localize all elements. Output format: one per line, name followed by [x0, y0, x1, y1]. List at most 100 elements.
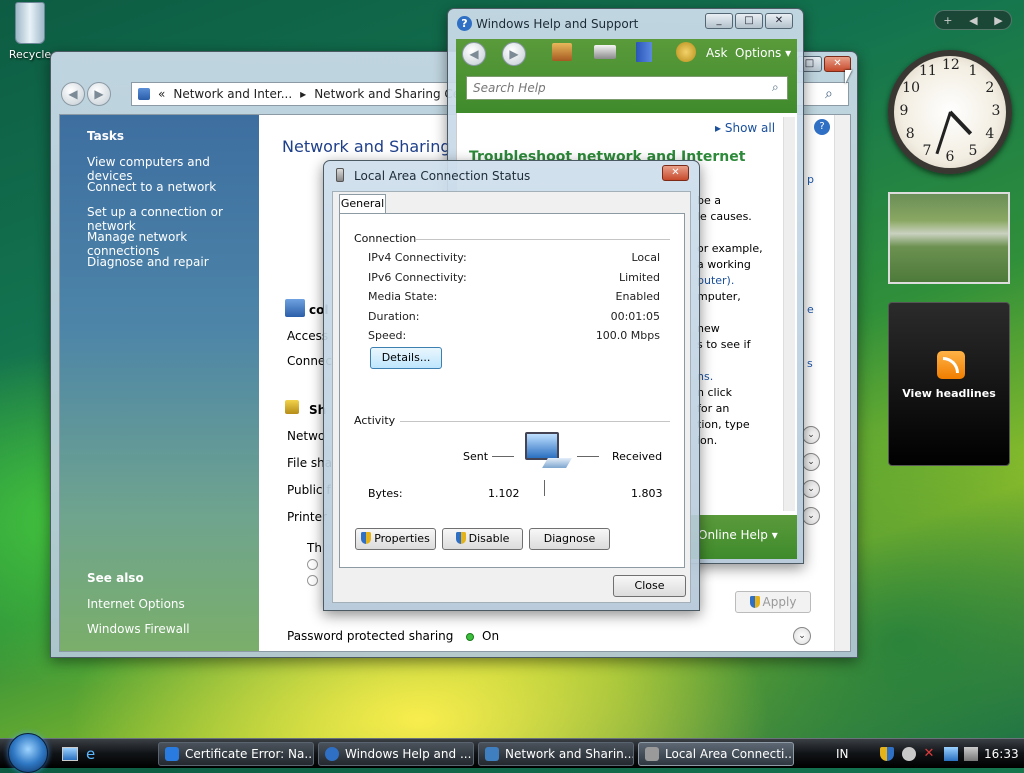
radio-option-2[interactable] — [307, 575, 318, 586]
search-icon[interactable]: ⌕ — [772, 80, 779, 95]
task-view-computers[interactable]: View computers and devices — [87, 155, 259, 183]
chevron-down-icon: ▾ — [771, 528, 778, 542]
usb-icon[interactable] — [964, 747, 978, 761]
tray-info-icon[interactable] — [902, 747, 916, 761]
security-center-icon[interactable] — [880, 747, 894, 761]
expand-printer-sharing-icon[interactable]: ⌄ — [802, 507, 820, 525]
feed-headlines-gadget[interactable]: View headlines — [888, 302, 1010, 466]
taskbar-item-help-support[interactable]: Windows Help and ... — [318, 742, 474, 766]
status-on-icon — [466, 632, 474, 641]
options-button[interactable]: Options ▾ — [735, 46, 791, 60]
diagnose-button[interactable]: Diagnose — [529, 528, 610, 550]
taskbar-item-local-area-connection[interactable]: Local Area Connecti... — [638, 742, 794, 766]
forward-button[interactable]: ▶ — [87, 82, 111, 106]
maximize-button[interactable]: □ — [735, 13, 763, 29]
mouse-cursor-icon — [845, 70, 852, 84]
add-gadget-icon[interactable]: + — [943, 14, 952, 27]
print-icon[interactable] — [594, 45, 616, 59]
shield-icon — [361, 532, 372, 544]
home-icon[interactable] — [552, 43, 572, 61]
radio-option-1[interactable] — [307, 559, 318, 570]
expand-network-discovery-icon[interactable]: ⌄ — [802, 426, 820, 444]
slideshow-gadget[interactable] — [888, 192, 1010, 284]
disable-button[interactable]: Disable — [442, 528, 523, 550]
close-dialog-button[interactable]: Close — [613, 575, 686, 597]
help-text-line: be a — [697, 194, 721, 207]
help-search-placeholder: Search Help — [473, 81, 546, 95]
previous-icon[interactable]: ◀ — [969, 14, 977, 27]
close-button[interactable]: ✕ — [765, 13, 793, 29]
show-all-link[interactable]: ▸ Show all — [715, 121, 775, 135]
see-also-section: See also Internet Options Windows Firewa… — [87, 571, 190, 647]
search-icon[interactable]: ⌕ — [825, 86, 833, 102]
see-also-windows-firewall[interactable]: Windows Firewall — [87, 622, 190, 647]
rss-icon — [937, 351, 965, 379]
close-button[interactable]: ✕ — [662, 165, 689, 181]
sidebar-controls[interactable]: + ◀ ▶ — [934, 10, 1012, 30]
help-scrollbar[interactable] — [783, 117, 795, 511]
details-button[interactable]: Details... — [370, 347, 442, 369]
taskbar-item-label: Certificate Error: Na... — [185, 747, 314, 761]
minimize-button[interactable]: _ — [705, 13, 733, 29]
help-text-line: mputer, — [697, 290, 741, 303]
help-question-icon[interactable]: ? — [814, 119, 830, 135]
back-button[interactable]: ◀ — [61, 82, 85, 106]
shield-icon — [455, 532, 466, 544]
network-tray-icon[interactable] — [944, 747, 958, 761]
volume-muted-icon[interactable]: ✕ — [922, 747, 936, 761]
recycle-bin-shortcut[interactable]: Recycle — [4, 2, 56, 61]
help-window-title: Windows Help and Support — [476, 17, 639, 31]
tab-general[interactable]: General — [339, 194, 386, 214]
forward-button[interactable]: ▶ — [502, 42, 526, 66]
taskbar-item-network-sharing[interactable]: Network and Sharin... — [478, 742, 634, 766]
ipv6-value: Limited — [618, 271, 660, 284]
internet-explorer-icon[interactable]: e — [86, 747, 102, 762]
breadcrumb-separator-icon[interactable]: ▸ — [300, 87, 306, 101]
start-button[interactable] — [8, 733, 48, 773]
help-text-line: tion, type — [697, 418, 750, 431]
apply-button[interactable]: Apply — [735, 591, 811, 613]
computer-icon — [285, 299, 305, 317]
help-icon: ? — [457, 16, 472, 31]
properties-button[interactable]: Properties — [355, 528, 436, 550]
bytes-divider — [544, 480, 545, 496]
divider — [416, 239, 670, 240]
clock-number: 12 — [942, 57, 960, 73]
online-help-button[interactable]: Online Help ▾ — [698, 528, 778, 542]
recycle-bin-label: Recycle — [8, 48, 52, 61]
shield-icon — [749, 596, 760, 608]
clock-number: 9 — [899, 103, 909, 119]
duration-value: 00:01:05 — [610, 310, 660, 323]
nsc-scrollbar[interactable] — [834, 115, 850, 651]
clock-gadget: 12 1 2 3 4 5 6 7 8 9 10 11 — [888, 50, 1012, 174]
task-connect-network[interactable]: Connect to a network — [87, 180, 259, 205]
browse-help-icon[interactable] — [636, 42, 652, 62]
next-icon[interactable]: ▶ — [994, 14, 1002, 27]
expand-public-folder-icon[interactable]: ⌄ — [802, 480, 820, 498]
clock-time[interactable]: 16:33 — [984, 739, 1019, 769]
bytes-sent-value: 1.102 — [488, 487, 520, 500]
side-s: s — [807, 357, 813, 370]
help-text-line: new — [697, 322, 720, 335]
expand-file-sharing-icon[interactable]: ⌄ — [802, 453, 820, 471]
task-manage-connections[interactable]: Manage network connections — [87, 230, 259, 258]
breadcrumb-overflow[interactable]: « — [158, 87, 165, 101]
help-search-input[interactable]: Search Help — [466, 76, 788, 100]
task-diagnose-repair[interactable]: Diagnose and repair — [87, 255, 259, 280]
see-also-internet-options[interactable]: Internet Options — [87, 597, 190, 622]
help-icon — [325, 747, 339, 761]
ipv4-value: Local — [631, 251, 660, 264]
show-desktop-icon[interactable] — [62, 747, 78, 761]
ask-button[interactable]: Ask — [706, 46, 727, 60]
task-setup-connection[interactable]: Set up a connection or network — [87, 205, 259, 233]
ask-icon[interactable] — [676, 42, 696, 62]
taskbar-item-certificate-error[interactable]: Certificate Error: Na... — [158, 742, 314, 766]
breadcrumb-network-internet[interactable]: Network and Inter... — [173, 87, 292, 101]
help-text-line — [697, 225, 787, 241]
back-button[interactable]: ◀ — [462, 42, 486, 66]
ipv4-label: IPv4 Connectivity: — [368, 251, 467, 264]
language-indicator[interactable]: IN — [836, 739, 849, 769]
password-sharing-value: On — [482, 629, 500, 643]
expand-password-sharing-icon[interactable]: ⌄ — [793, 627, 811, 645]
help-toolbar: ◀ ▶ Ask Options ▾ Search Help ⌕ — [456, 39, 797, 113]
